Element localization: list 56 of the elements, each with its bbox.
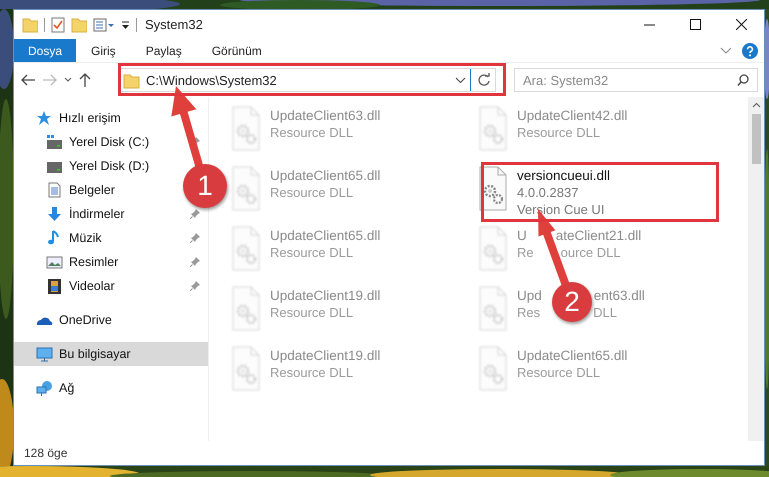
sidebar-item[interactable]: Ağ — [14, 376, 82, 400]
monitor-icon — [36, 346, 53, 362]
star-icon — [36, 110, 53, 126]
sidebar-item[interactable]: Yerel Disk (D:) — [14, 154, 158, 178]
dropdown-caret-icon[interactable] — [455, 76, 466, 84]
back-button[interactable] — [20, 73, 36, 87]
sidebar-item[interactable]: Müzik — [14, 226, 208, 250]
search-field[interactable]: Ara: System32 — [514, 68, 758, 92]
close-icon[interactable] — [736, 19, 746, 30]
customize-caret-icon[interactable] — [121, 20, 130, 30]
scroll-thumb[interactable] — [752, 114, 760, 164]
network-icon — [36, 380, 53, 396]
ribbon-tab[interactable]: Giriş — [76, 39, 131, 62]
file-detail: DLL — [593, 304, 617, 321]
file-detail: Resource DLL — [270, 244, 354, 261]
file-menu-button[interactable]: Dosya — [14, 39, 76, 62]
minimize-icon[interactable] — [644, 24, 654, 26]
checklist-icon[interactable] — [51, 16, 65, 33]
file-detail: Resource DLL — [517, 124, 602, 141]
recent-locations-button[interactable] — [64, 77, 72, 83]
search-icon[interactable] — [737, 74, 749, 86]
ribbon-tab[interactable]: Paylaş — [130, 39, 197, 62]
sidebar-item[interactable]: Hızlı erişim — [14, 106, 129, 130]
file-detail: ource DLL — [560, 244, 621, 261]
file-detail: Resource DLL — [270, 364, 354, 381]
sidebar-item[interactable]: Bu bilgisayar — [14, 342, 208, 366]
file-detail: Resource DLL — [270, 184, 354, 201]
expand-ribbon-icon[interactable] — [720, 46, 732, 54]
properties-icon[interactable] — [93, 18, 115, 32]
drive-icon — [46, 134, 63, 150]
file-name[interactable]: versioncueui.dll — [517, 168, 610, 184]
film-icon — [46, 278, 63, 294]
picture-icon — [46, 254, 63, 270]
up-button[interactable] — [78, 73, 92, 87]
file-detail: Resource DLL — [517, 364, 602, 381]
file-detail: Res — [517, 304, 540, 321]
item-count: 128 öge — [24, 446, 68, 460]
sidebar-item[interactable]: Resimler — [14, 250, 208, 274]
sidebar-item[interactable]: Videolar — [14, 274, 208, 298]
document-icon — [46, 182, 63, 198]
file-detail: Resource DLL — [270, 124, 354, 141]
file-detail: 4.0.0.2837 — [517, 184, 580, 201]
ribbon-tab[interactable]: Görünüm — [196, 39, 277, 62]
sidebar-item[interactable]: OneDrive — [14, 308, 120, 332]
file-detail: Re — [517, 244, 534, 261]
scrollbar[interactable] — [748, 97, 764, 441]
scroll-up-icon[interactable] — [752, 102, 760, 108]
download-arrow-icon — [46, 206, 63, 222]
help-icon[interactable] — [742, 42, 758, 58]
file-detail: Resource DLL — [270, 304, 354, 321]
address-field[interactable]: C:\Windows\System32 — [118, 68, 496, 92]
sidebar-item[interactable]: Belgeler — [14, 178, 123, 202]
folder-icon — [123, 72, 140, 88]
maximize-icon[interactable] — [690, 19, 700, 30]
window-title: System32 — [145, 17, 203, 32]
file-detail: Version Cue UI — [517, 201, 606, 218]
